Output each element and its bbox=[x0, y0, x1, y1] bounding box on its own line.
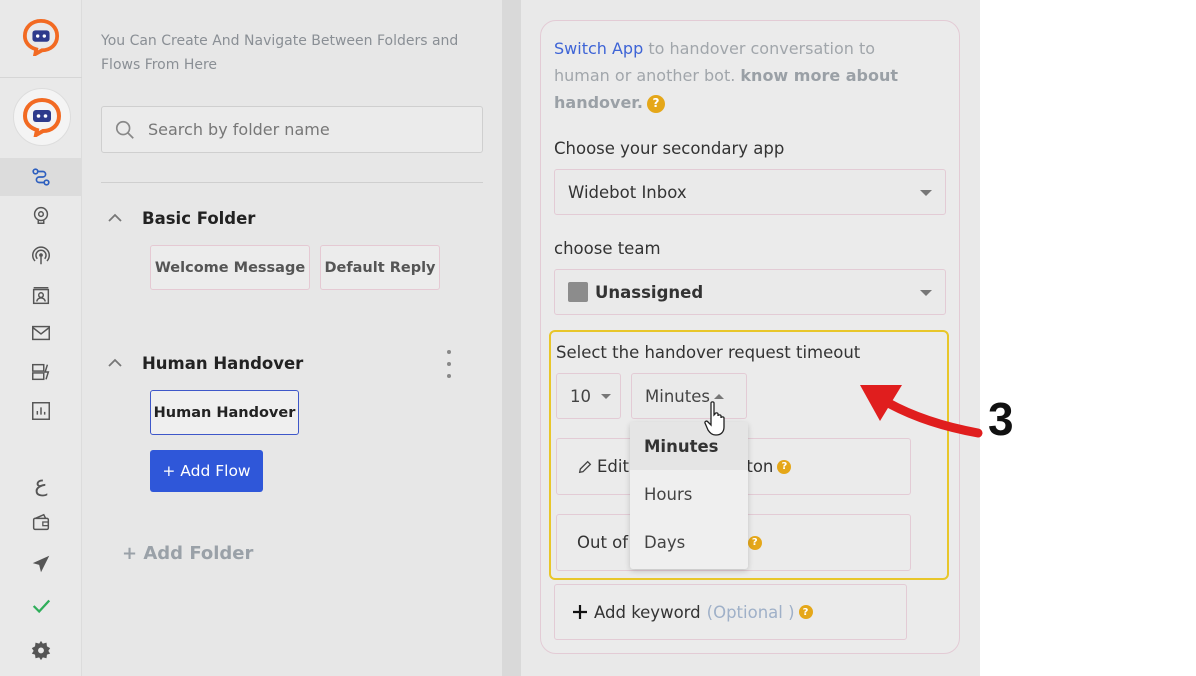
chevron-up-icon[interactable] bbox=[107, 213, 123, 223]
pencil-icon bbox=[578, 460, 592, 473]
plus-icon bbox=[573, 605, 587, 619]
caret-down-icon bbox=[920, 190, 932, 196]
folder-search[interactable] bbox=[101, 106, 483, 153]
panel-gutter bbox=[502, 0, 521, 676]
sidebar-rail: ع bbox=[0, 0, 82, 676]
help-icon[interactable]: ? bbox=[798, 605, 813, 619]
rail-check[interactable] bbox=[0, 587, 82, 625]
annotation-step-number: 3 bbox=[988, 393, 1014, 445]
rail-wallet[interactable] bbox=[0, 503, 82, 541]
broadcast-icon bbox=[32, 246, 50, 265]
automation-icon bbox=[32, 363, 50, 381]
timeout-unit-dropdown: Minutes Hours Days bbox=[630, 422, 748, 569]
rail-mail[interactable] bbox=[0, 314, 82, 352]
wallet-icon bbox=[32, 513, 50, 531]
rail-language[interactable]: ع bbox=[0, 465, 82, 503]
team-label: choose team bbox=[554, 239, 661, 258]
secondary-app-value: Widebot Inbox bbox=[568, 182, 687, 202]
add-keyword-button[interactable]: Add keyword (Optional ) ? bbox=[554, 584, 907, 640]
flows-icon bbox=[32, 168, 50, 186]
search-icon bbox=[115, 120, 134, 139]
folder-name: Basic Folder bbox=[142, 208, 256, 228]
team-select[interactable]: Unassigned bbox=[554, 269, 946, 315]
rail-settings[interactable] bbox=[0, 631, 82, 669]
folder-human-handover[interactable]: Human Handover bbox=[107, 351, 303, 375]
rail-broadcast[interactable] bbox=[0, 237, 82, 275]
caret-up-icon bbox=[713, 393, 724, 399]
rail-analytics[interactable] bbox=[0, 392, 82, 430]
caret-down-icon bbox=[920, 290, 932, 296]
timeout-number-select[interactable]: 10 bbox=[556, 373, 621, 419]
timeout-unit-value: Minutes bbox=[645, 386, 710, 406]
language-icon: ع bbox=[34, 471, 48, 497]
analytics-icon bbox=[32, 402, 50, 420]
rail-ai[interactable] bbox=[0, 196, 82, 234]
timeout-label: Select the handover request timeout bbox=[556, 343, 861, 362]
contacts-icon bbox=[32, 287, 50, 305]
handover-settings-panel: Switch App to handover conversation to h… bbox=[521, 0, 980, 676]
help-icon[interactable]: ? bbox=[647, 94, 665, 113]
flow-chip-human-handover[interactable]: Human Handover bbox=[150, 390, 299, 435]
team-color-swatch bbox=[568, 282, 588, 302]
settings-icon bbox=[31, 640, 51, 661]
bot-avatar-icon bbox=[22, 97, 62, 137]
rail-contacts[interactable] bbox=[0, 277, 82, 315]
check-icon bbox=[32, 599, 51, 614]
unit-option-days[interactable]: Days bbox=[630, 518, 748, 566]
send-icon bbox=[32, 555, 50, 573]
rail-divider bbox=[0, 77, 82, 78]
outer-background bbox=[980, 0, 1196, 676]
flow-chip-welcome-message[interactable]: Welcome Message bbox=[150, 245, 310, 290]
caret-down-icon bbox=[601, 393, 611, 399]
flow-chip-default-reply[interactable]: Default Reply bbox=[320, 245, 440, 290]
handover-intro: Switch App to handover conversation to h… bbox=[554, 39, 899, 113]
app-avatar[interactable] bbox=[13, 88, 71, 146]
folder-options-icon[interactable] bbox=[444, 350, 454, 378]
mail-icon bbox=[32, 325, 50, 341]
team-value: Unassigned bbox=[595, 282, 704, 302]
folders-panel: You Can Create And Navigate Between Fold… bbox=[82, 0, 502, 676]
folder-search-input[interactable] bbox=[148, 120, 468, 139]
help-icon[interactable]: ? bbox=[747, 535, 762, 550]
ai-brain-icon bbox=[33, 206, 49, 224]
hand-cursor-icon bbox=[704, 401, 725, 436]
annotation-arrow-icon bbox=[860, 385, 983, 438]
widebot-logo-icon[interactable] bbox=[22, 18, 60, 56]
folder-name: Human Handover bbox=[142, 353, 304, 373]
help-icon[interactable]: ? bbox=[777, 459, 792, 474]
timeout-number-value: 10 bbox=[570, 386, 591, 406]
add-folder-button[interactable]: + Add Folder bbox=[122, 543, 253, 564]
panel-divider bbox=[101, 182, 483, 183]
rail-automation[interactable] bbox=[0, 353, 82, 391]
folder-basic[interactable]: Basic Folder bbox=[107, 206, 255, 230]
unit-option-hours[interactable]: Hours bbox=[630, 470, 748, 518]
chevron-up-icon[interactable] bbox=[107, 358, 123, 368]
secondary-app-label: Choose your secondary app bbox=[554, 139, 785, 158]
rail-send[interactable] bbox=[0, 545, 82, 583]
secondary-app-select[interactable]: Widebot Inbox bbox=[554, 169, 946, 215]
folders-description: You Can Create And Navigate Between Fold… bbox=[101, 33, 459, 73]
rail-flows[interactable] bbox=[0, 158, 82, 196]
unit-option-minutes[interactable]: Minutes bbox=[630, 422, 748, 470]
switch-app-link[interactable]: Switch App bbox=[554, 39, 643, 58]
add-flow-button[interactable]: + Add Flow bbox=[150, 450, 263, 492]
timeout-unit-select[interactable]: Minutes bbox=[631, 373, 747, 419]
